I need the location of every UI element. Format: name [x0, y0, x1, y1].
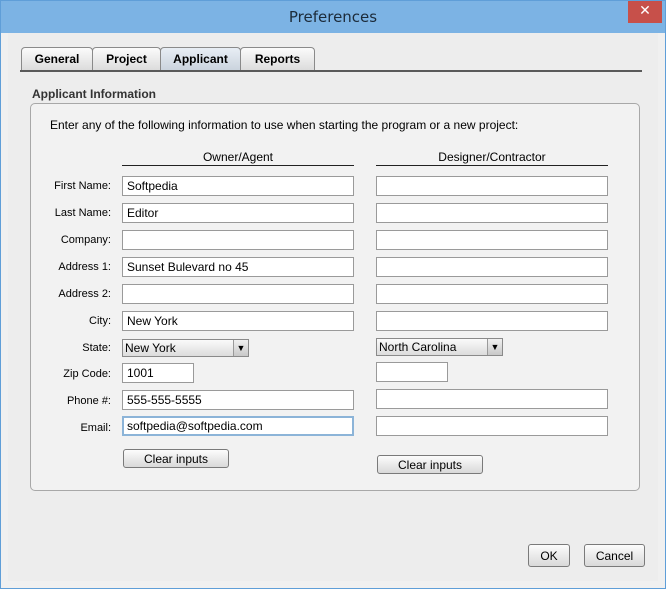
designer-phone-field[interactable] — [376, 389, 608, 409]
title-bar[interactable]: Preferences ✕ — [1, 1, 665, 33]
panel-title: Applicant Information — [32, 87, 156, 101]
cancel-button[interactable]: Cancel — [584, 544, 645, 567]
close-icon: ✕ — [639, 3, 651, 19]
owner-state-select[interactable]: New York ▼ — [122, 339, 249, 357]
designer-company-field[interactable] — [376, 230, 608, 250]
owner-first-name-field[interactable]: Softpedia — [122, 176, 354, 196]
owner-phone-field[interactable]: 555-555-5555 — [122, 390, 354, 410]
owner-company-field[interactable] — [122, 230, 354, 250]
designer-zip-field[interactable] — [376, 362, 448, 382]
tab-general[interactable]: General — [21, 47, 93, 70]
dialog-content: General Project Applicant Reports Applic… — [8, 33, 658, 581]
intro-text: Enter any of the following information t… — [50, 118, 519, 132]
last-name-label: Last Name: — [54, 207, 111, 219]
designer-last-name-field[interactable] — [376, 203, 608, 223]
owner-zip-field[interactable]: 1001 — [122, 363, 194, 383]
tab-applicant[interactable]: Applicant — [160, 47, 241, 71]
tab-reports[interactable]: Reports — [240, 47, 315, 70]
phone-label: Phone #: — [66, 395, 111, 407]
ok-button[interactable]: OK — [528, 544, 570, 567]
window-title: Preferences — [288, 8, 378, 26]
city-label: City: — [89, 315, 111, 327]
designer-state-select[interactable]: North Carolina ▼ — [376, 338, 503, 356]
designer-first-name-field[interactable] — [376, 176, 608, 196]
zip-label: Zip Code: — [63, 368, 111, 380]
applicant-panel: Enter any of the following information t… — [30, 103, 640, 491]
designer-state-value: North Carolina — [379, 340, 457, 354]
owner-last-name-field[interactable]: Editor — [122, 203, 354, 223]
owner-email-field[interactable]: softpedia@softpedia.com — [122, 416, 354, 436]
owner-state-value: New York — [125, 341, 176, 355]
address2-label: Address 2: — [58, 288, 111, 300]
designer-column-header: Designer/Contractor — [376, 150, 608, 166]
address1-label: Address 1: — [58, 261, 111, 273]
owner-column-header: Owner/Agent — [122, 150, 354, 166]
tab-divider — [20, 70, 642, 72]
designer-address1-field[interactable] — [376, 257, 608, 277]
state-label: State: — [82, 342, 111, 354]
chevron-down-icon[interactable]: ▼ — [487, 339, 502, 355]
email-label: Email: — [80, 422, 111, 434]
designer-city-field[interactable] — [376, 311, 608, 331]
designer-email-field[interactable] — [376, 416, 608, 436]
clear-designer-inputs-button[interactable]: Clear inputs — [377, 455, 483, 474]
tab-project[interactable]: Project — [92, 47, 161, 70]
owner-city-field[interactable]: New York — [122, 311, 354, 331]
close-button[interactable]: ✕ — [628, 1, 662, 23]
designer-address2-field[interactable] — [376, 284, 608, 304]
owner-address2-field[interactable] — [122, 284, 354, 304]
first-name-label: First Name: — [54, 180, 111, 192]
owner-address1-field[interactable]: Sunset Bulevard no 45 — [122, 257, 354, 277]
clear-owner-inputs-button[interactable]: Clear inputs — [123, 449, 229, 468]
chevron-down-icon[interactable]: ▼ — [233, 340, 248, 356]
preferences-window: Preferences ✕ General Project Applicant … — [0, 0, 666, 589]
company-label: Company: — [60, 234, 111, 246]
